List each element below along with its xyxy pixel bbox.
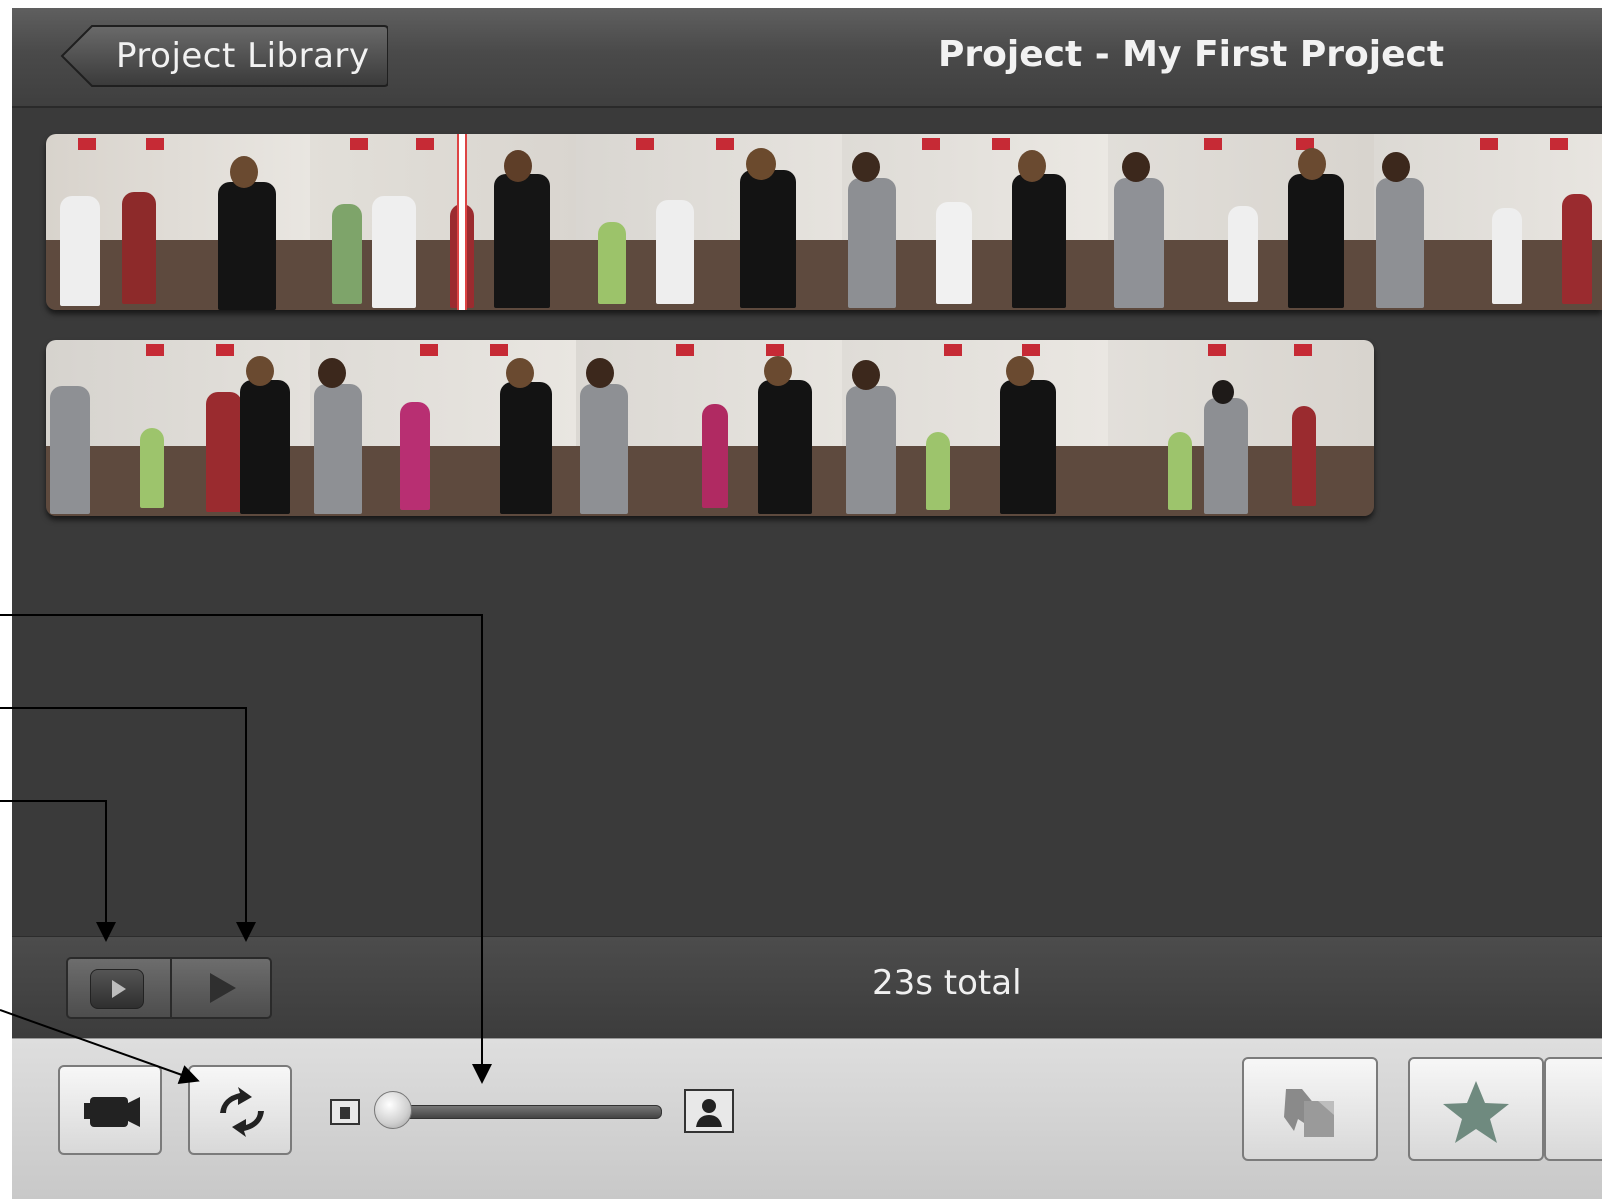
playback-controls xyxy=(66,957,272,1019)
swap-events-projects-button[interactable] xyxy=(188,1065,292,1155)
unmark-button[interactable] xyxy=(1544,1057,1602,1161)
small-thumbnail-icon xyxy=(330,1099,360,1125)
playhead-marker[interactable] xyxy=(457,134,467,310)
clip-frame[interactable] xyxy=(576,134,844,310)
play-icon xyxy=(210,973,236,1003)
play-fullscreen-icon xyxy=(112,980,126,998)
zoom-slider-track[interactable] xyxy=(390,1105,662,1119)
camera-icon xyxy=(84,1097,140,1127)
clip-frame[interactable] xyxy=(842,340,1110,516)
button-divider xyxy=(170,959,172,1017)
clip-frame[interactable] xyxy=(310,134,578,310)
clip-frame[interactable] xyxy=(1374,134,1602,310)
star-icon xyxy=(1443,1081,1509,1143)
back-button-label: Project Library xyxy=(116,36,370,76)
clip-frame[interactable] xyxy=(576,340,844,516)
clip-frame[interactable] xyxy=(46,134,312,310)
clip-frame[interactable] xyxy=(1108,340,1374,516)
clip-frame[interactable] xyxy=(46,340,312,516)
bottom-toolbar xyxy=(12,1038,1602,1199)
play-button[interactable] xyxy=(174,959,270,1017)
mark-reject-button[interactable] xyxy=(1242,1057,1378,1161)
clip-frame[interactable] xyxy=(842,134,1110,310)
status-bar: 23s total xyxy=(12,936,1602,1037)
clip-frame[interactable] xyxy=(1108,134,1376,310)
zoom-slider-knob[interactable] xyxy=(374,1091,412,1129)
swap-icon xyxy=(220,1087,264,1137)
filmstrip-row-1[interactable] xyxy=(46,134,1602,310)
imovie-window: Project Library Project - My First Proje… xyxy=(12,8,1602,1199)
project-header: Project Library Project - My First Proje… xyxy=(12,8,1602,108)
play-fullscreen-button[interactable] xyxy=(90,969,144,1009)
project-title: Project - My First Project xyxy=(938,34,1445,75)
mark-favorite-button[interactable] xyxy=(1408,1057,1544,1161)
favorite-reject-icon xyxy=(1284,1089,1334,1137)
total-duration: 23s total xyxy=(872,963,1022,1003)
clip-frame[interactable] xyxy=(310,340,578,516)
filmstrip-row-2[interactable] xyxy=(46,340,1374,516)
project-library-button[interactable]: Project Library xyxy=(60,24,388,88)
camera-import-button[interactable] xyxy=(58,1065,162,1155)
large-thumbnail-icon xyxy=(684,1089,734,1133)
